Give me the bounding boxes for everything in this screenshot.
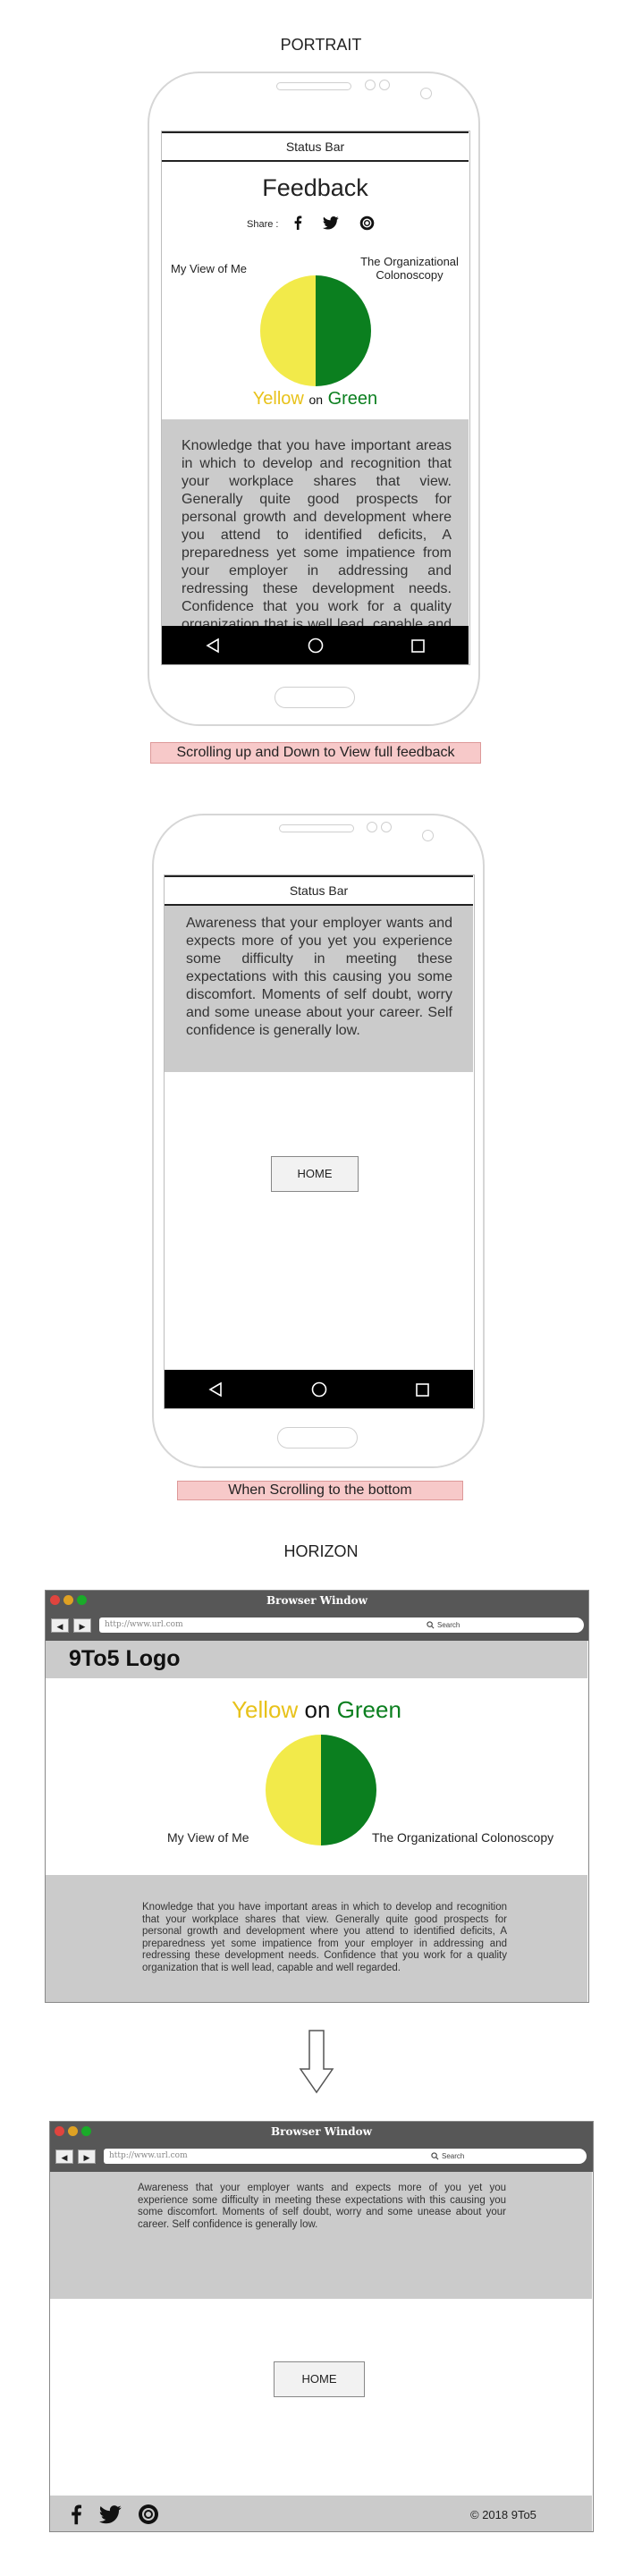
yellow-green-circle (260, 275, 371, 386)
feedback-panel[interactable]: Awareness that your employer wants and e… (165, 906, 473, 1072)
feedback-text: Awareness that your employer wants and e… (138, 2183, 506, 2230)
home-circle-icon[interactable] (311, 1381, 327, 1398)
facebook-icon[interactable] (293, 215, 302, 230)
close-icon[interactable] (55, 2126, 64, 2136)
phone-sensor (379, 80, 390, 90)
phone-home-button[interactable] (277, 1427, 358, 1448)
search-placeholder: Search (442, 2152, 465, 2160)
browser-window-bottom: Browser Window ◀ ▶ http://www.url.com Se… (49, 2121, 594, 2532)
feedback-text: Knowledge that you have important areas … (142, 1902, 507, 1973)
android-nav-bar (162, 626, 469, 664)
back-arrow-icon[interactable]: ◀ (51, 1618, 69, 1633)
twitter-icon[interactable] (99, 2505, 122, 2524)
browser-toolbar: ◀ ▶ http://www.url.com Search (50, 2141, 593, 2172)
home-button[interactable]: HOME (271, 1156, 359, 1192)
search-placeholder: Search (437, 1621, 460, 1629)
bottom-caption: When Scrolling to the bottom (177, 1481, 463, 1500)
search-field[interactable]: Search (421, 1617, 584, 1633)
home-button[interactable]: HOME (274, 2361, 365, 2397)
self-view-label: My View of Me (167, 1830, 249, 1845)
window-title: Browser Window (266, 1594, 367, 1607)
maximize-icon[interactable] (77, 1595, 87, 1605)
home-circle-icon[interactable] (308, 638, 324, 654)
window-title: Browser Window (271, 2125, 372, 2138)
feedback-text: Awareness that your employer wants and e… (186, 916, 452, 1038)
browser-titlebar: Browser Window (50, 2122, 593, 2141)
site-logo[interactable]: 9To5 Logo (69, 1646, 181, 1672)
scroll-caption: Scrolling up and Down to View full feedb… (150, 742, 481, 764)
recents-icon[interactable] (415, 1382, 429, 1397)
feedback-panel[interactable]: Awareness that your employer wants and e… (50, 2172, 592, 2299)
instagram-icon[interactable] (359, 215, 375, 231)
self-view-label: My View of Me (171, 262, 248, 275)
yellow-word: Yellow (232, 1696, 299, 1723)
search-icon (427, 1621, 435, 1629)
search-icon (431, 2152, 439, 2160)
phone-speaker (276, 82, 351, 90)
status-bar: Status Bar (162, 131, 469, 162)
green-word: Green (336, 1696, 401, 1723)
horizon-heading: HORIZON (283, 1542, 359, 1560)
status-bar: Status Bar (165, 875, 473, 906)
phone-sensor (381, 822, 392, 832)
organization-view-label: The Organizational Colonoscopy (360, 255, 459, 282)
page-title: Feedback (262, 174, 368, 201)
search-field[interactable]: Search (426, 2149, 587, 2164)
phone-camera (367, 822, 377, 832)
copyright: © 2018 9To5 (470, 2508, 536, 2521)
minimize-icon[interactable] (63, 1595, 73, 1605)
url-bar[interactable]: http://www.url.com (99, 1617, 459, 1633)
maximize-icon[interactable] (81, 2126, 91, 2136)
browser-titlebar: Browser Window (46, 1591, 588, 1610)
twitter-icon[interactable] (323, 216, 339, 230)
footer: © 2018 9To5 (50, 2496, 592, 2531)
on-word: on (308, 393, 324, 407)
phone-camera (365, 80, 376, 90)
phone-home-button[interactable] (275, 687, 355, 708)
facebook-icon[interactable] (70, 2504, 82, 2525)
organization-view-label: The Organizational Colonoscopy (372, 1830, 554, 1845)
arrow-down-icon (299, 2030, 334, 2094)
color-result: Yellow on Green (46, 1696, 587, 1724)
green-word: Green (327, 389, 378, 409)
phone-screen-feedback: Status Bar Feedback Share : My View of M… (161, 131, 470, 665)
portrait-heading: PORTRAIT (280, 36, 362, 54)
color-result: Yellow on Green (162, 389, 469, 410)
back-icon[interactable] (208, 1381, 223, 1398)
minimize-icon[interactable] (68, 2126, 78, 2136)
phone-sensor (420, 88, 432, 99)
url-bar[interactable]: http://www.url.com (104, 2149, 465, 2164)
browser-toolbar: ◀ ▶ http://www.url.com Search (46, 1610, 588, 1641)
share-label: Share : (247, 219, 279, 230)
instagram-icon[interactable] (138, 2504, 159, 2525)
yellow-word: Yellow (252, 389, 304, 409)
android-nav-bar (165, 1370, 473, 1408)
phone-sensor (422, 830, 434, 841)
close-icon[interactable] (50, 1595, 60, 1605)
phone-screen-bottom: Status Bar Awareness that your employer … (164, 874, 475, 1409)
forward-arrow-icon[interactable]: ▶ (78, 2149, 96, 2164)
logo-header: 9To5 Logo (46, 1641, 587, 1678)
feedback-text: Knowledge that you have important areas … (182, 438, 452, 650)
feedback-panel[interactable]: Knowledge that you have important areas … (46, 1875, 587, 2002)
back-arrow-icon[interactable]: ◀ (55, 2149, 73, 2164)
browser-window-feedback: Browser Window ◀ ▶ http://www.url.com Se… (45, 1590, 589, 2003)
yellow-green-circle (266, 1735, 376, 1845)
on-word: on (304, 1696, 331, 1723)
forward-arrow-icon[interactable]: ▶ (73, 1618, 91, 1633)
back-icon[interactable] (206, 638, 220, 654)
recents-icon[interactable] (411, 638, 425, 653)
phone-speaker (279, 824, 354, 832)
